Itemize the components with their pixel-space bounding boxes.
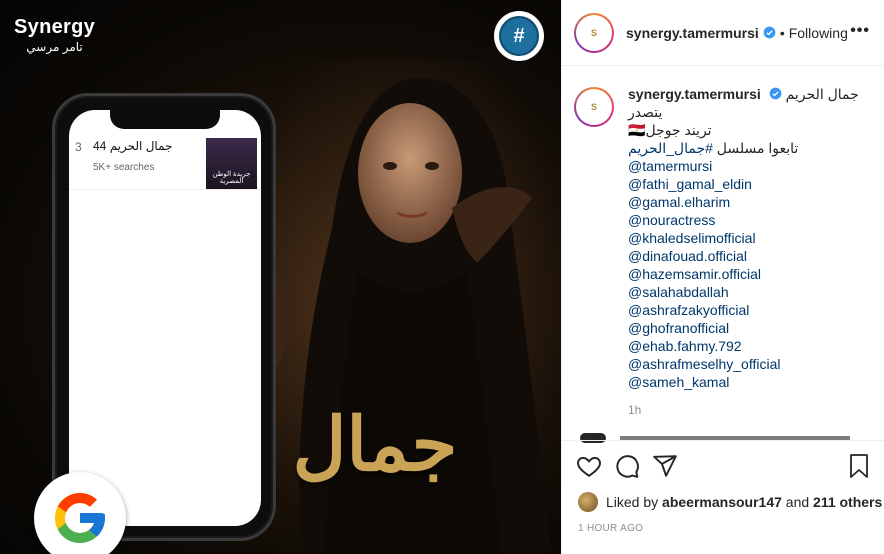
liker-username[interactable]: abeermansour147 bbox=[662, 494, 782, 510]
actions-section: Liked by abeermansour147 and 211 others … bbox=[562, 440, 884, 554]
likes-prefix: Liked by bbox=[606, 494, 659, 510]
caption-line-3: تابعوا مسلسل #جمال_الحريم bbox=[628, 139, 873, 157]
google-logo-icon bbox=[55, 493, 105, 543]
trend-thumbnail-caption: جريدة الوطن المصرية bbox=[212, 170, 251, 186]
google-g-icon bbox=[34, 472, 126, 554]
following-button[interactable]: Following bbox=[789, 25, 848, 41]
mention-link[interactable]: @sameh_kamal bbox=[628, 373, 873, 391]
bookmark-icon[interactable] bbox=[847, 453, 871, 479]
phone-screen: 3 جمال الحريم 44 5K+ searches جريدة الوط… bbox=[69, 110, 261, 526]
liker-avatar[interactable] bbox=[578, 492, 598, 512]
brand-name-ar: تامر مرسي bbox=[26, 40, 83, 54]
caption-line-2: تريند جوجل🇪🇬 bbox=[628, 122, 712, 138]
action-icons-row bbox=[562, 441, 884, 491]
avatar-inner: S bbox=[576, 14, 612, 51]
post-timestamp[interactable]: 1 HOUR AGO bbox=[562, 523, 884, 534]
post-header: S synergy.tamermursi • Following ••• bbox=[562, 0, 884, 66]
trend-rank: 3 bbox=[75, 140, 82, 154]
more-options-icon[interactable]: ••• bbox=[850, 22, 870, 40]
verified-badge-icon bbox=[769, 87, 782, 100]
like-heart-icon[interactable] bbox=[576, 453, 602, 479]
mention-link[interactable]: @ghofranofficial bbox=[628, 319, 873, 337]
header-avatar[interactable]: S bbox=[574, 12, 614, 53]
hashtag-link[interactable]: #جمال_الحريم bbox=[628, 140, 713, 156]
mention-link[interactable]: @salahabdallah bbox=[628, 283, 873, 301]
trend-searches: 5K+ searches bbox=[93, 162, 155, 173]
likes-middle: and bbox=[785, 494, 810, 510]
likes-summary: Liked by abeermansour147 and 211 others bbox=[562, 491, 884, 513]
series-title-art: جمال الحريم bbox=[274, 402, 476, 554]
trend-title: جمال الحريم 44 bbox=[93, 139, 173, 153]
mention-link[interactable]: @ehab.fahmy.792 bbox=[628, 337, 873, 355]
post-side-panel: S synergy.tamermursi • Following ••• S s… bbox=[561, 0, 884, 554]
mention-link[interactable]: @dinafouad.official bbox=[628, 247, 873, 265]
share-send-icon[interactable] bbox=[652, 453, 678, 479]
avatar-inner: S bbox=[576, 89, 612, 125]
caption-body: synergy.tamermursi جمال الحريم يتصدر تري… bbox=[628, 85, 873, 391]
header-separator: • bbox=[779, 24, 785, 41]
mention-link[interactable]: @khaledselimofficial bbox=[628, 229, 873, 247]
caption-username[interactable]: synergy.tamermursi bbox=[628, 86, 761, 102]
caption-time-ago[interactable]: 1h bbox=[628, 403, 873, 417]
comment-icon[interactable] bbox=[614, 453, 640, 479]
avatar-logo-icon: S bbox=[590, 27, 597, 38]
caption-avatar[interactable]: S bbox=[574, 87, 614, 127]
likes-count-link[interactable]: 211 others bbox=[813, 494, 882, 510]
caption-line-3-prefix: تابعوا مسلسل bbox=[712, 140, 799, 156]
mention-link[interactable]: @fathi_gamal_eldin bbox=[628, 175, 873, 193]
instagram-post-modal: Synergy تامر مرسي # 3 جمال الحريم 44 5K+… bbox=[0, 0, 884, 554]
header-username[interactable]: synergy.tamermursi bbox=[626, 25, 759, 41]
mention-link[interactable]: @ashrafzakyofficial bbox=[628, 301, 873, 319]
avatar-logo-icon: S bbox=[590, 102, 597, 112]
verified-badge-icon bbox=[763, 26, 776, 39]
trend-thumbnail: جريدة الوطن المصرية bbox=[206, 138, 257, 189]
google-trend-card: 3 جمال الحريم 44 5K+ searches جريدة الوط… bbox=[69, 132, 261, 190]
caption-area: S synergy.tamermursi جمال الحريم يتصدر ت… bbox=[562, 67, 884, 430]
mention-link[interactable]: @nouractress bbox=[628, 211, 873, 229]
mention-link[interactable]: @ashrafmeselhy_official bbox=[628, 355, 873, 373]
mention-link[interactable]: @tamermursi bbox=[628, 157, 873, 175]
brand-name-en: Synergy bbox=[14, 16, 96, 38]
synergy-logo: Synergy تامر مرسي bbox=[14, 16, 95, 54]
mention-list: @tamermursi @fathi_gamal_eldin @gamal.el… bbox=[628, 157, 873, 391]
mention-link[interactable]: @hazemsamir.official bbox=[628, 265, 873, 283]
phone-notch bbox=[110, 110, 220, 129]
mention-link[interactable]: @gamal.elharim bbox=[628, 193, 873, 211]
post-image[interactable]: Synergy تامر مرسي # 3 جمال الحريم 44 5K+… bbox=[0, 0, 561, 554]
